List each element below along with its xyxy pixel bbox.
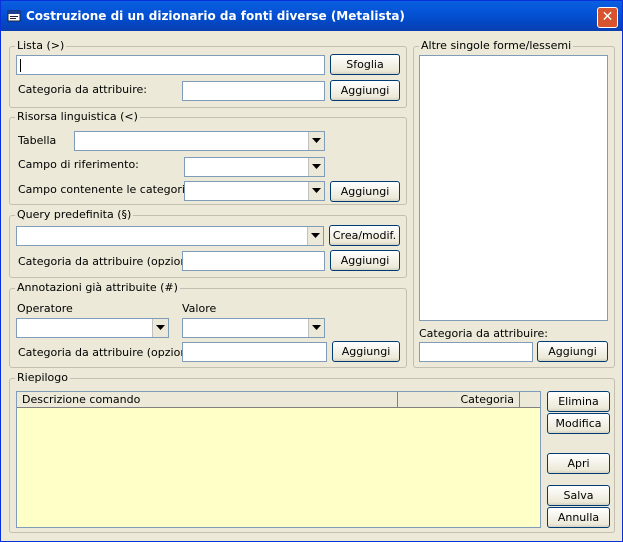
query-category-input[interactable] [182, 251, 325, 271]
altre-category-input[interactable] [419, 342, 533, 362]
edit-button[interactable]: Modifica [547, 413, 610, 434]
group-altre-title: Altre singole forme/lessemi [419, 39, 574, 52]
operator-combo-dropdown[interactable] [152, 319, 168, 337]
chevron-down-icon [312, 188, 321, 193]
column-header-description[interactable]: Descrizione comando [17, 392, 398, 408]
lista-file-input[interactable] [16, 55, 325, 75]
lista-category-label: Categoria da attribuire: [18, 83, 147, 96]
dialog-window: Costruzione di un dizionario da fonti di… [0, 0, 623, 542]
cat-field-combo[interactable] [184, 181, 325, 201]
column-header-category[interactable]: Categoria [398, 392, 520, 408]
chevron-down-icon [311, 233, 320, 238]
group-riepilogo-title: Riepilogo [15, 371, 71, 384]
table-combo[interactable] [74, 131, 325, 151]
group-annotazioni-title: Annotazioni già attribuite (#) [15, 281, 180, 294]
close-button[interactable]: ✕ [597, 7, 618, 28]
risorsa-add-button[interactable]: Aggiungi [330, 181, 400, 202]
ref-field-combo-dropdown[interactable] [308, 158, 324, 176]
cat-field-combo-dropdown[interactable] [308, 182, 324, 200]
annotazioni-category-input[interactable] [182, 342, 327, 362]
operator-combo[interactable] [16, 318, 169, 338]
cat-field-label: Campo contenente le categorie: [18, 183, 196, 196]
query-add-button[interactable]: Aggiungi [330, 250, 400, 271]
delete-button[interactable]: Elimina [547, 391, 610, 412]
title-bar[interactable]: Costruzione di un dizionario da fonti di… [1, 1, 622, 31]
close-icon: ✕ [601, 9, 614, 25]
lista-category-input[interactable] [182, 81, 325, 101]
open-button[interactable]: Apri [547, 453, 610, 474]
create-modify-button[interactable]: Crea/modif. [329, 225, 400, 246]
annotazioni-add-button[interactable]: Aggiungi [332, 341, 400, 362]
ref-field-label: Campo di riferimento: [18, 158, 139, 171]
table-combo-dropdown[interactable] [308, 132, 324, 150]
lista-add-button[interactable]: Aggiungi [330, 80, 400, 101]
group-query-title: Query predefinita (§) [15, 208, 134, 221]
forms-listbox[interactable] [419, 55, 608, 321]
group-lista-title: Lista (>) [15, 39, 67, 52]
chevron-down-icon [312, 164, 321, 169]
operator-label: Operatore [17, 302, 73, 315]
value-combo-dropdown[interactable] [308, 319, 324, 337]
chevron-down-icon [156, 325, 165, 330]
group-risorsa-title: Risorsa linguistica (<) [15, 110, 140, 123]
app-icon [7, 9, 21, 23]
altre-add-button[interactable]: Aggiungi [537, 341, 608, 362]
ref-field-combo[interactable] [184, 157, 325, 177]
cancel-button[interactable]: Annulla [547, 507, 610, 528]
save-button[interactable]: Salva [547, 485, 610, 506]
window-title: Costruzione di un dizionario da fonti di… [26, 9, 405, 23]
altre-category-label: Categoria da attribuire: [419, 327, 548, 340]
chevron-down-icon [312, 138, 321, 143]
query-combo[interactable] [16, 226, 324, 246]
browse-button[interactable]: Sfoglia [330, 54, 400, 75]
summary-grid-header: Descrizione comando Categoria [17, 392, 540, 408]
text-caret [20, 59, 21, 72]
query-combo-dropdown[interactable] [307, 227, 323, 245]
value-combo[interactable] [182, 318, 325, 338]
chevron-down-icon [312, 325, 321, 330]
summary-grid[interactable]: Descrizione comando Categoria [16, 391, 541, 528]
table-label: Tabella [18, 134, 57, 147]
value-label: Valore [182, 302, 217, 315]
